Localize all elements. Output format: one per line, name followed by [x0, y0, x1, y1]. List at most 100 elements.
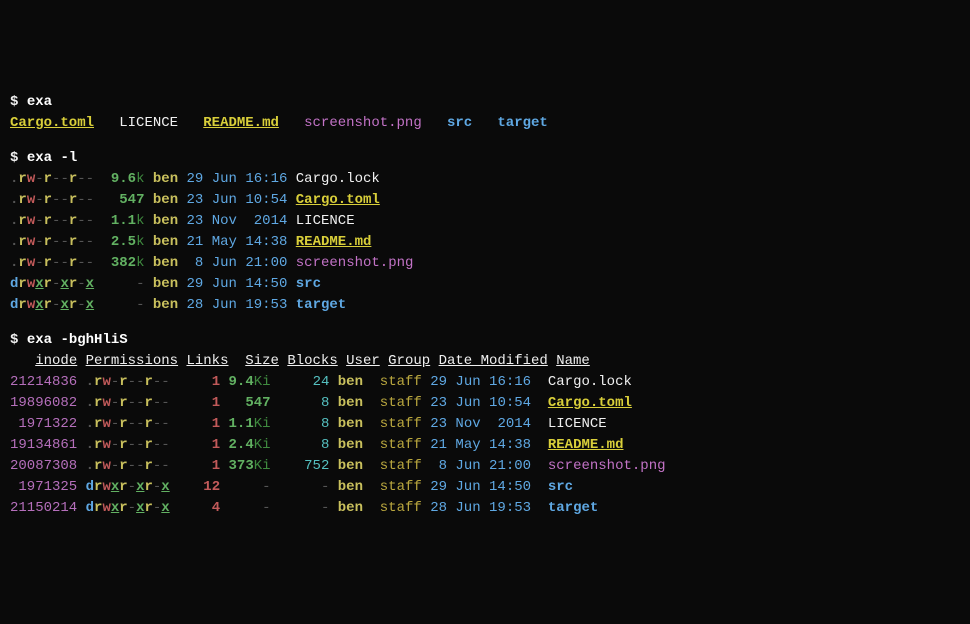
group-column: staff: [380, 458, 422, 474]
date-column: 21 May: [187, 234, 237, 250]
prompt-symbol: $: [10, 94, 18, 110]
user-column: ben: [338, 395, 372, 411]
filename: README.md: [548, 437, 624, 453]
file-screenshot: screenshot.png: [304, 115, 422, 131]
date-column: 23 Jun: [187, 192, 237, 208]
command: exa: [27, 94, 52, 110]
header-date: Date Modified: [439, 353, 548, 369]
time-column: 2014: [245, 213, 287, 229]
group-column: staff: [380, 437, 422, 453]
user-column: ben: [153, 276, 178, 292]
user-column: ben: [153, 192, 178, 208]
date-column: 23 Jun: [430, 395, 480, 411]
filename: README.md: [296, 234, 372, 250]
header-name: Name: [556, 353, 590, 369]
links-column: 12: [203, 479, 220, 495]
filename: src: [296, 276, 321, 292]
user-column: ben: [338, 416, 372, 432]
filename: Cargo.toml: [548, 395, 632, 411]
short-listing: Cargo.toml LICENCE README.md screenshot.…: [10, 113, 960, 134]
filename: LICENCE: [296, 213, 355, 229]
command: exa: [27, 332, 52, 348]
prompt-symbol: $: [10, 150, 18, 166]
header-size: Size: [245, 353, 279, 369]
inode-column: 19134861: [10, 437, 77, 453]
long-listing-row: drwxr-xr-x - ben 28 Jun 19:53 target: [10, 295, 960, 316]
user-column: ben: [338, 500, 372, 516]
inode-column: 21214836: [10, 374, 77, 390]
header-user: User: [346, 353, 380, 369]
user-column: ben: [153, 171, 178, 187]
time-column: 10:54: [489, 395, 531, 411]
inode-column: 1971325: [10, 479, 77, 495]
date-column: 28 Jun: [187, 297, 237, 313]
detail-listing-row: 19896082 .rw-r--r-- 1 547 8 ben staff 23…: [10, 393, 960, 414]
date-column: 21 May: [430, 437, 480, 453]
filename: target: [296, 297, 346, 313]
filename: LICENCE: [548, 416, 607, 432]
filename: src: [548, 479, 573, 495]
long-listing-row: .rw-r--r-- 9.6k ben 29 Jun 16:16 Cargo.l…: [10, 169, 960, 190]
command-line-1: $ exa: [10, 92, 960, 113]
dir-target: target: [497, 115, 547, 131]
time-column: 14:50: [489, 479, 531, 495]
date-column: 23 Nov: [430, 416, 480, 432]
long-listing-row: .rw-r--r-- 2.5k ben 21 May 14:38 README.…: [10, 232, 960, 253]
detail-listing-row: 20087308 .rw-r--r-- 1 373Ki 752 ben staf…: [10, 456, 960, 477]
inode-column: 1971322: [10, 416, 77, 432]
time-column: 2014: [489, 416, 531, 432]
filename: Cargo.lock: [296, 171, 380, 187]
group-column: staff: [380, 374, 422, 390]
user-column: ben: [153, 213, 178, 229]
detail-listing-row: 19134861 .rw-r--r-- 1 2.4Ki 8 ben staff …: [10, 435, 960, 456]
filename: screenshot.png: [548, 458, 666, 474]
time-column: 16:16: [245, 171, 287, 187]
prompt-symbol: $: [10, 332, 18, 348]
detail-listing-row: 21214836 .rw-r--r-- 1 9.4Ki 24 ben staff…: [10, 372, 960, 393]
file-cargo-toml: Cargo.toml: [10, 115, 94, 131]
long-listing-row: .rw-r--r-- 1.1k ben 23 Nov 2014 LICENCE: [10, 211, 960, 232]
date-column: 28 Jun: [430, 500, 480, 516]
long-listing-row: .rw-r--r-- 382k ben 8 Jun 21:00 screensh…: [10, 253, 960, 274]
links-column: 1: [212, 416, 220, 432]
links-column: 1: [212, 395, 220, 411]
command: exa: [27, 150, 52, 166]
command-flags: -l: [60, 150, 77, 166]
detail-listing-row: 1971325 drwxr-xr-x 12 - - ben staff 29 J…: [10, 477, 960, 498]
group-column: staff: [380, 500, 422, 516]
command-flags: -bghHliS: [60, 332, 127, 348]
links-column: 4: [212, 500, 220, 516]
time-column: 21:00: [489, 458, 531, 474]
long-listing-row: .rw-r--r-- 547 ben 23 Jun 10:54 Cargo.to…: [10, 190, 960, 211]
time-column: 21:00: [245, 255, 287, 271]
header-permissions: Permissions: [86, 353, 178, 369]
filename: Cargo.toml: [296, 192, 380, 208]
date-column: 8 Jun: [187, 255, 237, 271]
terminal-output[interactable]: $ exaCargo.toml LICENCE README.md screen…: [10, 92, 960, 519]
time-column: 19:53: [489, 500, 531, 516]
date-column: 23 Nov: [187, 213, 237, 229]
header-inode: inode: [35, 353, 77, 369]
file-licence: LICENCE: [119, 115, 178, 131]
date-column: 29 Jun: [187, 276, 237, 292]
user-column: ben: [338, 458, 372, 474]
user-column: ben: [153, 255, 178, 271]
time-column: 14:50: [245, 276, 287, 292]
date-column: 29 Jun: [430, 374, 480, 390]
time-column: 16:16: [489, 374, 531, 390]
links-column: 1: [212, 458, 220, 474]
date-column: 29 Jun: [430, 479, 480, 495]
header-blocks: Blocks: [287, 353, 337, 369]
date-column: 8 Jun: [430, 458, 480, 474]
command-line-3: $ exa -bghHliS: [10, 330, 960, 351]
user-column: ben: [153, 297, 178, 313]
inode-column: 21150214: [10, 500, 77, 516]
links-column: 1: [212, 374, 220, 390]
filename: target: [548, 500, 598, 516]
inode-column: 20087308: [10, 458, 77, 474]
dir-src: src: [447, 115, 472, 131]
header-links: Links: [186, 353, 228, 369]
filename: screenshot.png: [296, 255, 414, 271]
group-column: staff: [380, 395, 422, 411]
user-column: ben: [153, 234, 178, 250]
